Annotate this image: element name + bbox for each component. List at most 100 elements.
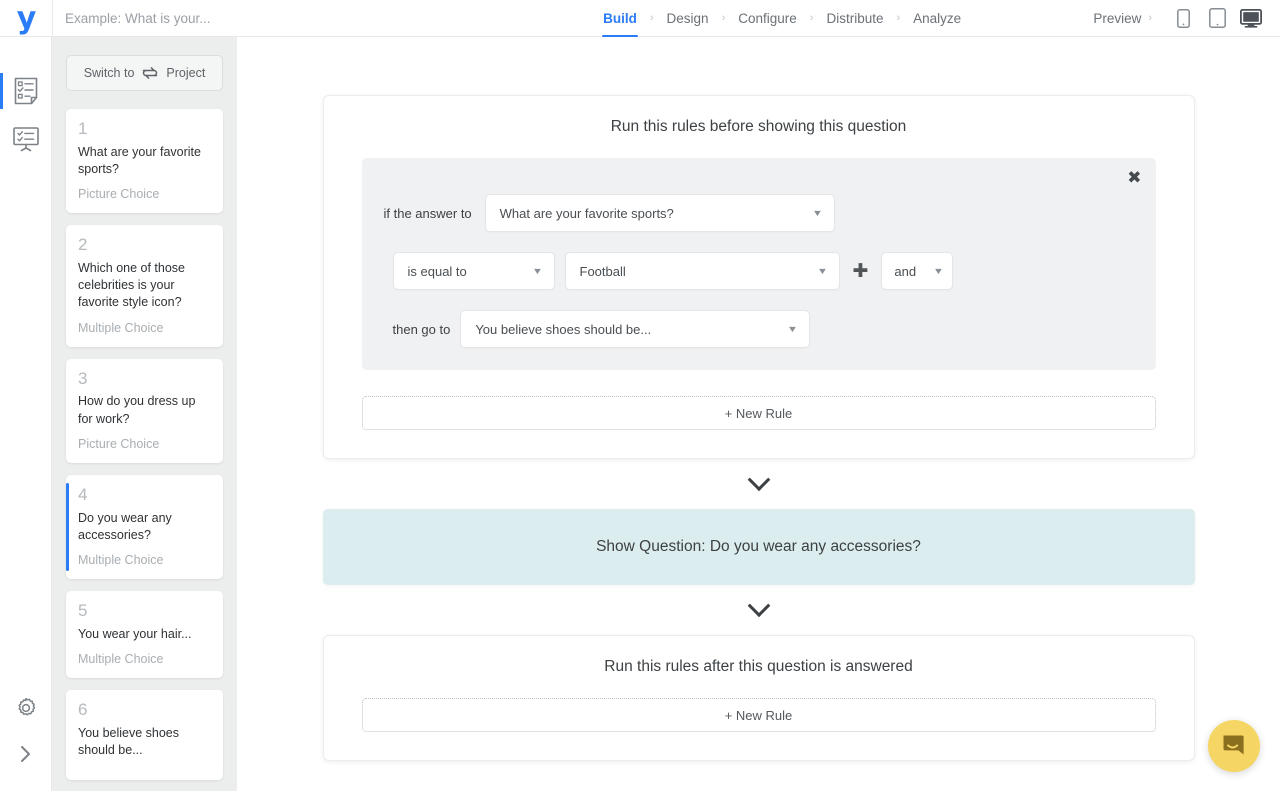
tablet-icon [1208, 8, 1226, 28]
after-rules-panel: Run this rules after this question is an… [322, 635, 1195, 761]
preview-label: Preview [1093, 10, 1142, 26]
gear-icon [14, 696, 38, 720]
step-separator: › [721, 12, 726, 24]
tab-design[interactable]: Design [656, 0, 720, 36]
tab-analyze-label: Analyze [913, 10, 962, 26]
question-type: Multiple Choice [78, 320, 164, 335]
logic-canvas: Run this rules before showing this quest… [237, 37, 1280, 791]
question-type: Multiple Choice [78, 651, 164, 666]
new-rule-button-before[interactable]: + New Rule [361, 396, 1156, 430]
show-question-label: Show Question: Do you wear any accessori… [596, 538, 921, 555]
chevron-down-icon: ▼ [816, 266, 828, 276]
chevron-down-icon [747, 468, 770, 492]
condition-conjunction-select[interactable]: and ▼ [881, 252, 954, 290]
question-number: 1 [78, 119, 88, 138]
question-number: 2 [78, 235, 88, 255]
question-title: What are your favorite sports? [78, 144, 201, 176]
after-rules-title: Run this rules after this question is an… [604, 658, 913, 675]
phone-icon [1176, 8, 1190, 28]
chat-launcher-button[interactable] [1208, 720, 1260, 772]
topbar-actions: Preview › [1093, 0, 1280, 36]
body: Switch to Project 1 What are your favori… [0, 37, 1280, 791]
question-card-4[interactable]: 4 Do you wear any accessories? Multiple … [66, 474, 223, 579]
chevron-down-icon [747, 594, 770, 618]
question-type: Multiple Choice [78, 553, 164, 567]
chevron-down-icon: ▼ [531, 266, 543, 276]
tab-distribute[interactable]: Distribute [815, 0, 894, 36]
question-card-3[interactable]: 3 How do you dress up for work? Picture … [66, 358, 223, 463]
rail-item-presentation[interactable] [0, 115, 52, 163]
tab-analyze[interactable]: Analyze [902, 0, 972, 36]
tab-build-label: Build [603, 10, 637, 26]
flow-divider-top [323, 459, 1195, 509]
flow-divider-bottom [323, 585, 1195, 635]
switch-prefix-label: Switch to [83, 66, 135, 80]
question-number: 5 [78, 601, 88, 620]
question-sidebar: Switch to Project 1 What are your favori… [52, 37, 237, 791]
switch-to-project-button[interactable]: Switch to Project [66, 55, 223, 91]
switch-suffix-label: Project [166, 66, 206, 80]
if-answer-label: if the answer to [383, 205, 472, 221]
question-number: 4 [78, 484, 88, 504]
survey-title-input[interactable] [65, 10, 471, 26]
add-condition-button[interactable]: ✚ [850, 261, 872, 281]
then-go-to-label: then go to [392, 321, 451, 337]
question-card-6[interactable]: 6 You believe shoes should be... [66, 689, 223, 781]
condition-conjunction-value: and [894, 263, 917, 279]
rail-bottom-group [0, 685, 51, 791]
condition-answer-value: Football [579, 263, 626, 279]
step-separator: › [896, 12, 901, 24]
tab-configure[interactable]: Configure [727, 0, 808, 36]
rail-item-settings[interactable] [0, 685, 52, 731]
question-title: Do you wear any accessories? [78, 510, 172, 542]
before-rules-panel: Run this rules before showing this quest… [322, 95, 1195, 459]
question-type: Picture Choice [78, 436, 160, 451]
survey-title-wrap [53, 0, 471, 36]
app-root: y Build › Design › Configure › Distribut… [0, 0, 1280, 791]
brand-logo[interactable]: y [0, 0, 52, 36]
rail-item-expand[interactable] [0, 731, 52, 777]
chat-bubble-icon [1221, 733, 1247, 759]
question-title: Which one of those celebrities is your f… [78, 260, 186, 310]
device-tablet-button[interactable] [1200, 1, 1234, 35]
question-type: Picture Choice [78, 187, 160, 202]
rule-block: ✖ if the answer to What are your favorit… [361, 158, 1156, 370]
question-title: How do you dress up for work? [78, 394, 196, 426]
rail-item-form[interactable] [0, 67, 52, 115]
presentation-icon [12, 126, 40, 152]
condition-operator-value: is equal to [407, 263, 467, 279]
device-desktop-button[interactable] [1234, 1, 1268, 35]
condition-operator-select[interactable]: is equal to ▼ [392, 252, 555, 290]
new-rule-label: + New Rule [724, 707, 793, 723]
rule-action-row: then go to You believe shoes should be..… [384, 310, 1134, 348]
chevron-right-icon: › [1148, 12, 1152, 24]
action-target-select[interactable]: You believe shoes should be... ▼ [460, 310, 811, 348]
condition-question-value: What are your favorite sports? [499, 205, 674, 221]
step-nav: Build › Design › Configure › Distribute … [471, 0, 1093, 37]
swap-arrows-icon [140, 66, 160, 80]
show-question-banner: Show Question: Do you wear any accessori… [322, 509, 1195, 585]
question-card-2[interactable]: 2 Which one of those celebrities is your… [66, 225, 223, 347]
condition-answer-select[interactable]: Football ▼ [564, 252, 840, 290]
question-title: You believe shoes should be... [78, 725, 180, 757]
chevron-down-icon: ▼ [932, 266, 944, 276]
action-target-value: You believe shoes should be... [475, 321, 652, 337]
chevron-down-icon: ▼ [787, 324, 799, 334]
left-rail [0, 37, 52, 791]
close-icon[interactable]: ✖ [1127, 170, 1141, 187]
condition-question-select[interactable]: What are your favorite sports? ▼ [484, 194, 835, 232]
top-bar: y Build › Design › Configure › Distribut… [0, 0, 1280, 37]
rule-operator-row: is equal to ▼ Football ▼ ✚ and ▼ [384, 252, 1134, 290]
tab-build[interactable]: Build [592, 0, 648, 37]
tab-design-label: Design [666, 10, 709, 26]
desktop-icon [1240, 8, 1262, 28]
chevron-down-icon: ▼ [811, 208, 823, 218]
preview-button[interactable]: Preview › [1093, 11, 1152, 26]
chevron-right-icon [19, 744, 33, 764]
new-rule-button-after[interactable]: + New Rule [361, 698, 1156, 732]
question-card-1[interactable]: 1 What are your favorite sports? Picture… [66, 109, 223, 214]
step-separator: › [809, 12, 814, 24]
before-rules-title: Run this rules before showing this quest… [610, 118, 907, 135]
question-card-5[interactable]: 5 You wear your hair... Multiple Choice [66, 591, 223, 678]
device-phone-button[interactable] [1166, 1, 1200, 35]
